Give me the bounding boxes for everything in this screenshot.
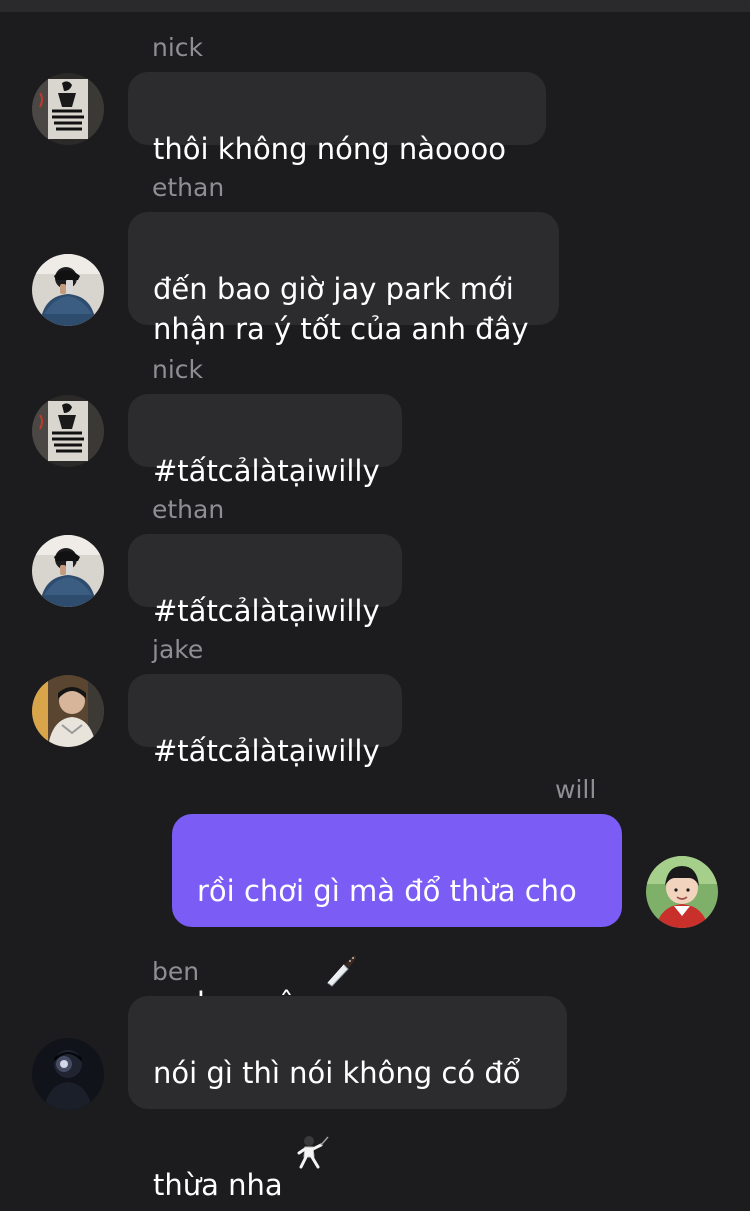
mirror-selfie-avatar-icon[interactable] (32, 254, 104, 326)
message-bubble[interactable]: #tấtcảlàtạiwilly (128, 394, 402, 488)
message-bubble[interactable]: #tấtcảlàtạiwilly (128, 674, 402, 768)
graffiti-avatar-icon[interactable] (32, 73, 104, 145)
message-bubble[interactable]: #tấtcảlàtạiwilly (128, 534, 402, 628)
child-photo-avatar-icon[interactable] (646, 856, 718, 928)
sender-name: ethan (152, 173, 225, 202)
mirror-selfie-avatar-icon[interactable] (32, 535, 104, 607)
graffiti-avatar-icon[interactable] (32, 395, 104, 467)
sender-name: jake (152, 635, 204, 664)
sender-name: nick (152, 33, 204, 62)
message-bubble[interactable]: đến bao giờ jay park mới nhận ra ý tốt c… (128, 212, 559, 346)
kitchen-knife-emoji-icon (322, 911, 360, 987)
sender-name: ethan (152, 495, 225, 524)
message-text: #tấtcảlàtạiwilly (153, 734, 380, 768)
message-bubble[interactable]: thôi không nóng nàoooo (128, 72, 546, 166)
message-text: thôi không nóng nàoooo (153, 132, 506, 166)
message-bubble-outgoing[interactable]: rồi chơi gì mà đổ thừa cho bạn vậy (172, 814, 622, 1020)
message-bubble[interactable]: nói gì thì nói không có đổ thừa nha (128, 996, 567, 1202)
fencing-emoji-icon (292, 1093, 330, 1169)
portrait-avatar-icon[interactable] (32, 675, 104, 747)
message-text: #tấtcảlàtạiwilly (153, 594, 380, 628)
dark-portrait-avatar-icon[interactable] (32, 1038, 104, 1110)
sender-name: will (555, 775, 597, 804)
message-text: đến bao giờ jay park mới nhận ra ý tốt c… (153, 272, 529, 346)
message-text: nói gì thì nói không có đổ thừa nha (153, 1056, 521, 1202)
sender-name: nick (152, 355, 204, 384)
chat-message-feed[interactable]: nick thôi không nóng nàoooo ethan đến ba… (0, 0, 750, 1202)
sender-name: ben (152, 957, 200, 986)
message-text: #tấtcảlàtạiwilly (153, 454, 380, 488)
